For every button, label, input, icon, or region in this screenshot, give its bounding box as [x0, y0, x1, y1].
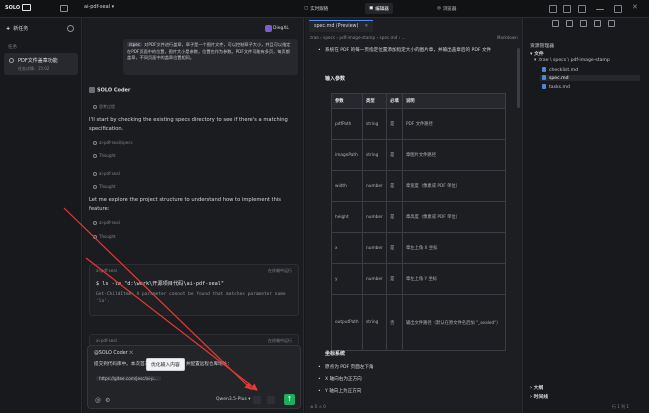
editor-tab-spec[interactable]: spec.md (Preview) ✕ [309, 20, 374, 32]
tool-call-2[interactable]: ai-pdf-seal [93, 171, 120, 176]
new-task-button[interactable]: + 新任务 [6, 25, 28, 32]
terminal-header: ai-pdf-seal [96, 268, 117, 273]
outline-section[interactable]: › 大纲 [530, 384, 543, 391]
tool-call-1[interactable]: ai-pdf-seal/specs [93, 140, 133, 145]
tab-editor[interactable]: ▣ 编辑器 [365, 3, 393, 14]
agent-message-2: Let me explore the project structure to … [89, 197, 282, 212]
folder-path[interactable]: ▾ .trae \ specs \ pdf-image-stamp [534, 58, 610, 63]
params-table: 参数 类型 必填 说明 pdfPath string 是 PDF 文件路径 image… [330, 93, 507, 351]
table-row: x number 是章左上角 X 坐标 [330, 232, 507, 264]
editor-scrollbar[interactable] [517, 48, 520, 108]
title-bar: SOLO ai-pdf-seal ▾ ▢ 实时跟随 ▣ 编辑器 ◎ 浏览器 ✕ [0, 0, 649, 18]
coord-bullet: Y 轴向上为正方向 [318, 388, 505, 395]
tab-browser[interactable]: ◎ 浏览器 [433, 3, 460, 14]
thinking-toggle[interactable]: 思考过程 [93, 104, 115, 110]
search-icon[interactable] [566, 20, 573, 27]
coord-bullet: X 轴向右为正方向 [318, 376, 505, 383]
settings-icon[interactable] [578, 5, 586, 13]
explorer-panel: 资源管理器 ▾ 文件 ▾ .trae \ specs \ pdf-image-s… [524, 18, 649, 413]
model-selector[interactable]: Qwen3.5-Plus ▾ [216, 397, 251, 402]
run-in-terminal-link-2[interactable]: 在终端中运行 [268, 338, 292, 344]
close-icon[interactable]: ✕ [632, 3, 640, 11]
markdown-file-icon [542, 84, 546, 89]
files-icon[interactable] [552, 20, 559, 27]
file-tasks[interactable]: tasks.md [542, 84, 570, 90]
table-row: width number 是章宽度（像素或 PDF 单位） [330, 170, 507, 202]
task-subtitle: 任务详情 · 15:02 [18, 66, 50, 71]
url-chip[interactable]: https://gitee.com/jesc/ai-p... [96, 376, 161, 381]
minimize-icon[interactable] [596, 9, 604, 10]
search-icon[interactable] [67, 25, 74, 32]
tool-call-3[interactable]: ai-pdf-seal [93, 220, 120, 225]
terminal-output: Get-ChildItem: A parameter cannot be fou… [96, 292, 286, 304]
send-button[interactable]: ↑ [284, 394, 295, 405]
user-message: /spec 对PDF文件进行盖章，章子是一个图片文件，可以控制章子大小，并且可以指… [123, 39, 298, 75]
terminal-block: ai-pdf-seal 在终端中运行 $ ls -la "d:\work\开源项… [89, 264, 299, 316]
table-header: 说明 [401, 93, 507, 109]
breadcrumb[interactable]: .trae › specs › pdf-image-stamp › spec.m… [309, 35, 406, 40]
table-row: height number 是章高度（像素或 PDF 单位） [330, 201, 507, 233]
files-section[interactable]: ▾ 文件 [530, 50, 544, 57]
agent-icon [89, 87, 95, 93]
user-name: DiegXL [273, 26, 289, 31]
table-row: imagePath string 是章图片文件路径 [330, 139, 507, 171]
spec-bullet: 系统在 PDF 的每一页指定位置添加指定大小的图片章，并输出盖章后的 PDF 文… [318, 47, 505, 54]
input-text[interactable]: 提交到代码库中。本次首次提交，请初始化，并配置远程仓库地址： [94, 361, 294, 368]
heading-params: 输入参数 [325, 76, 346, 82]
at-mention-icon[interactable]: @ [95, 397, 101, 404]
table-row: outputPath string 否输出文件路径（默认在原文件名后加 "_seal… [330, 294, 507, 351]
app-logo: SOLO [5, 4, 32, 11]
terminal-command: $ ls -la "d:\work\开源项目代码\ai-pdf-seal" [96, 281, 224, 287]
status-cursor[interactable]: 行 1 列 1 [612, 404, 629, 410]
task-section-label: 任务 [8, 45, 17, 50]
tab-realtime[interactable]: ▢ 实时跟随 [300, 3, 332, 14]
coord-bullet: 原点为 PDF 页面左下角 [318, 364, 505, 371]
maximize-icon[interactable] [614, 5, 622, 13]
input-agent-mention[interactable]: @SOLO Coder ⛌ [94, 350, 133, 356]
table-header: 参数 [330, 93, 364, 109]
agent-message-1: I'll start by checking the existing spec… [89, 117, 288, 132]
file-checklist[interactable]: checklist.md [542, 67, 578, 73]
spec-tag: /spec [127, 42, 143, 47]
layout-icon[interactable] [549, 5, 557, 13]
close-icon: ✕ [364, 24, 369, 29]
sidebar-toggle-icon[interactable] [60, 5, 68, 12]
user-avatar [265, 25, 272, 32]
file-spec[interactable]: spec.md [540, 75, 640, 81]
markdown-label: Markdown [497, 35, 518, 40]
source-control-icon[interactable] [580, 20, 587, 27]
table-header: 必填 [386, 93, 403, 109]
terminal2-header: ai-pdf-seal [96, 338, 117, 343]
timeline-section[interactable]: › 时间线 [530, 393, 548, 400]
optimize-input-tooltip: 优化输入内容 [146, 358, 185, 371]
explorer-title: 资源管理器 [530, 44, 554, 49]
markdown-file-icon [542, 75, 546, 80]
terminal-icon[interactable] [608, 20, 615, 27]
table-row: y number 是章左上角 Y 坐标 [330, 263, 507, 295]
panel-icon[interactable] [563, 5, 571, 13]
attach-icon[interactable] [253, 396, 261, 404]
run-in-terminal-link[interactable]: 在终端中运行 [268, 268, 292, 274]
thought-1[interactable]: Thought [93, 153, 116, 158]
agent-name: SOLO Coder [89, 87, 130, 94]
mic-icon[interactable] [267, 396, 275, 404]
heading-coords: 坐标系统 [325, 351, 346, 357]
settings-icon[interactable]: ⚙ [105, 397, 110, 404]
table-row: pdfPath string 是 PDF 文件路径 [330, 108, 507, 140]
task-title: PDF文件盖章功能 [18, 58, 58, 64]
status-problems[interactable]: ⊗ 0 ⚠ 0 [310, 404, 326, 409]
chat-panel: DiegXL /spec 对PDF文件进行盖章，章子是一个图片文件，可以控制章子大… [83, 18, 304, 413]
thought-3[interactable]: Thought [93, 234, 116, 239]
project-selector[interactable]: ai-pdf-seal ▾ [84, 4, 114, 10]
markdown-file-icon [542, 67, 546, 72]
editor-panel: spec.md (Preview) ✕ .trae › specs › pdf-i… [305, 18, 523, 413]
task-item[interactable]: PDF文件盖章功能 任务详情 · 15:02 [4, 53, 78, 75]
table-header: 类型 [362, 93, 388, 109]
extensions-icon[interactable] [594, 20, 601, 27]
task-status-icon [9, 58, 14, 63]
task-panel: + 新任务 任务 PDF文件盖章功能 任务详情 · 15:02 [0, 18, 82, 413]
chat-input[interactable]: @SOLO Coder ⛌ 提交到代码库中。本次首次提交，请初始化，并配置远程仓… [87, 345, 301, 409]
thought-2[interactable]: Thought [93, 184, 116, 189]
